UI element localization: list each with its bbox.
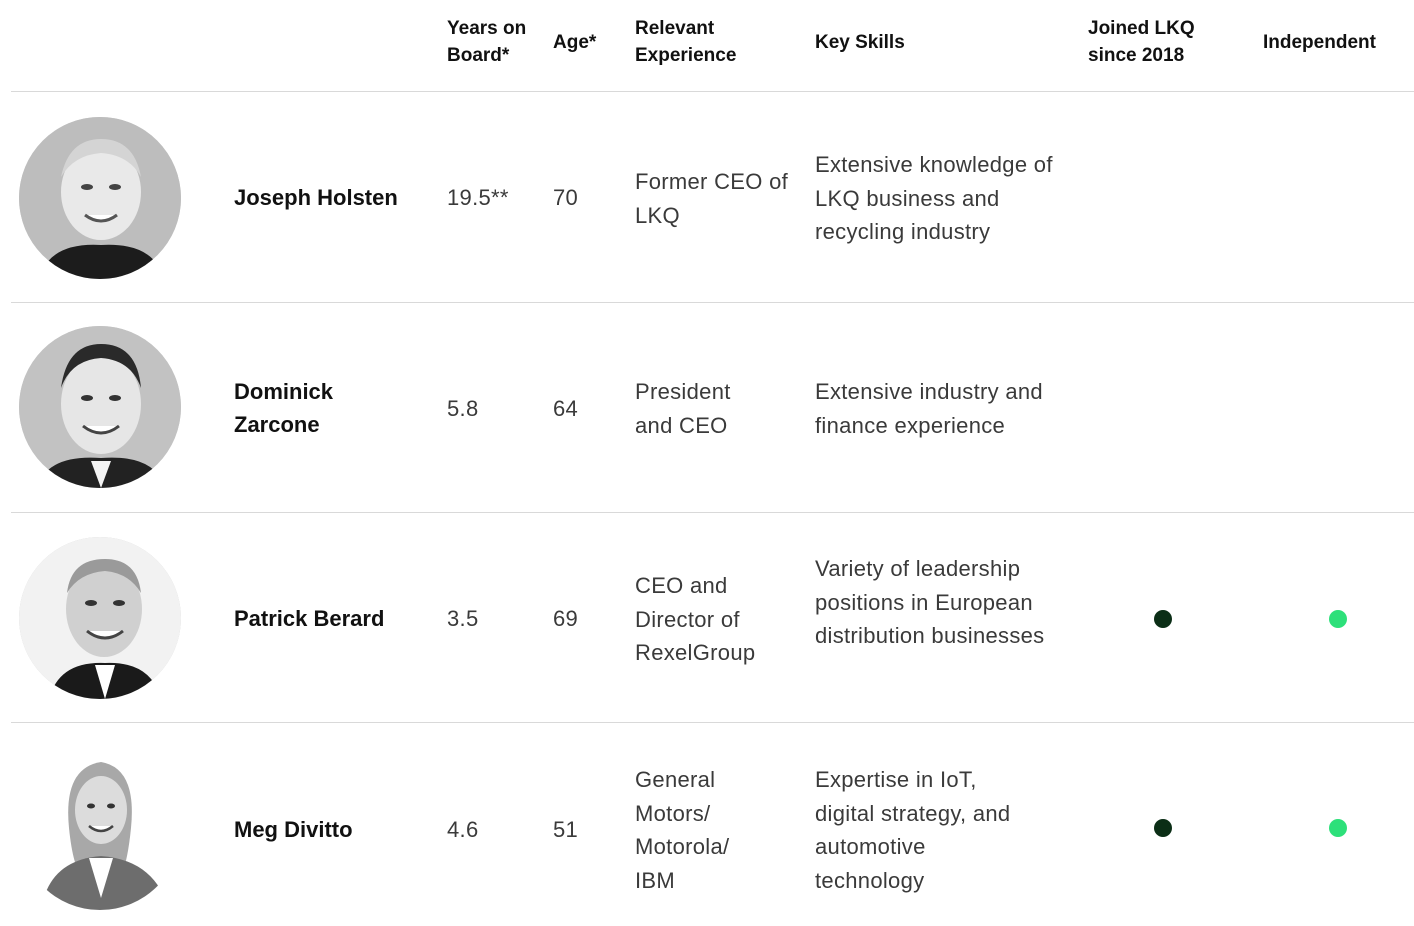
age: 64 [553,396,579,421]
avatar [19,537,181,699]
years-on-board: 4.6 [447,817,479,842]
header-years-on-board: Years on Board* [447,18,527,66]
header-key-skills: Key Skills [815,32,905,53]
person-photo [19,537,181,699]
relevant-experience: General Motors/ Motorola/ IBM [635,767,730,893]
key-skills: Extensive knowledge of LKQ business and … [815,152,1053,244]
director-name: Dominick Zarcone [234,379,334,437]
table-row: Meg Divitto 4.6 51 General Motors/ Motor… [0,723,1414,926]
age: 69 [553,606,579,631]
independent-indicator-dot [1329,610,1347,628]
years-on-board: 3.5 [447,606,479,631]
key-skills: Extensive industry and finance experienc… [815,379,1043,438]
independent-indicator-dot [1329,819,1347,837]
key-skills: Variety of leadership positions in Europ… [815,556,1045,648]
years-on-board: 5.8 [447,396,479,421]
person-photo [19,748,181,910]
joined-indicator-dot [1154,819,1172,837]
avatar [19,326,181,488]
person-photo [19,117,181,279]
director-name: Joseph Holsten [234,185,398,210]
table-row: Patrick Berard 3.5 69 CEO and Director o… [0,513,1414,723]
age: 70 [553,185,579,210]
person-photo [19,326,181,488]
header-age: Age* [553,32,597,53]
avatar [19,748,181,910]
relevant-experience: Former CEO of LKQ [635,169,789,228]
key-skills: Expertise in IoT, digital strategy, and … [815,767,1011,893]
director-name: Meg Divitto [234,817,353,842]
avatar [19,117,181,279]
age: 51 [553,817,579,842]
header-relevant-experience: Relevant Experience [635,18,737,66]
header-independent: Independent [1263,32,1376,53]
table-header: Years on Board* Age* Relevant Experience… [0,0,1414,92]
relevant-experience: President and CEO [635,379,731,438]
joined-indicator-dot [1154,610,1172,628]
table-row: Joseph Holsten 19.5** 70 Former CEO of L… [0,92,1414,302]
table-row: Dominick Zarcone 5.8 64 President and CE… [0,303,1414,513]
header-joined-lkq: Joined LKQ since 2018 [1088,18,1195,66]
years-on-board: 19.5** [447,185,509,210]
relevant-experience: CEO and Director of RexelGroup [635,573,756,665]
director-name: Patrick Berard [234,606,385,631]
